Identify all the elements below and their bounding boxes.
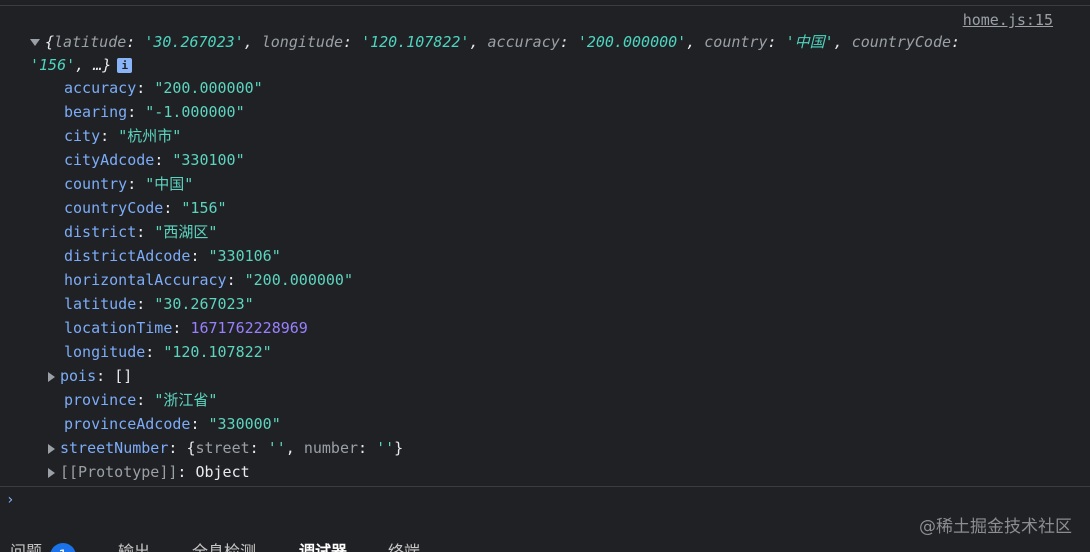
prompt-chevron-icon: ›	[6, 492, 15, 508]
summary-value: '中国'	[785, 33, 834, 51]
property-key: cityAdcode	[64, 151, 155, 169]
source-link[interactable]: home.js:15	[963, 11, 1053, 29]
info-icon[interactable]: i	[117, 58, 133, 73]
property-row: provinceAdcode: "330000"	[64, 415, 281, 433]
property-key: longitude	[64, 343, 146, 361]
expand-arrow-icon[interactable]	[48, 371, 55, 382]
property-row: bearing: "-1.000000"	[64, 103, 245, 121]
top-divider	[0, 0, 1090, 6]
summary-value: '120.107822'	[361, 33, 470, 51]
property-value: "杭州市"	[118, 127, 182, 145]
summary-key: latitude	[54, 33, 127, 51]
property-row: countryCode: "156"	[64, 199, 227, 217]
tab-output[interactable]: 输出	[118, 538, 150, 552]
property-row-expandable[interactable]: pois: []	[48, 364, 403, 388]
property-list: accuracy: "200.000000" bearing: "-1.0000…	[48, 76, 403, 484]
property-key: locationTime	[64, 319, 173, 337]
property-key: provinceAdcode	[64, 415, 191, 433]
summary-ellipsis: …}	[93, 56, 112, 74]
tab-terminal[interactable]: 终端	[388, 538, 420, 552]
property-value: "200.000000"	[244, 271, 353, 289]
summary-value: '30.267023'	[144, 33, 244, 51]
property-key: countryCode	[64, 199, 164, 217]
property-key: province	[64, 391, 137, 409]
property-value: "330000"	[208, 415, 281, 433]
property-value: "330100"	[172, 151, 245, 169]
property-key: districtAdcode	[64, 247, 191, 265]
property-row: accuracy: "200.000000"	[64, 79, 263, 97]
summary-key: accuracy	[487, 33, 560, 51]
property-value: "330106"	[208, 247, 281, 265]
property-key: country	[64, 175, 128, 193]
property-row: country: "中国"	[64, 175, 194, 193]
property-value: "西湖区"	[154, 223, 218, 241]
property-value: "30.267023"	[154, 295, 254, 313]
property-value: "浙江省"	[154, 391, 218, 409]
property-row-expandable[interactable]: streetNumber: {street: '', number: ''}	[48, 436, 403, 460]
property-value: []	[114, 367, 133, 385]
watermark: @稀土掘金技术社区	[919, 517, 1072, 537]
summary-value: '200.000000'	[577, 33, 687, 51]
property-value: "-1.000000"	[145, 103, 245, 121]
object-summary[interactable]: {latitude: '30.267023', longitude: '120.…	[30, 31, 1070, 77]
property-row: district: "西湖区"	[64, 223, 218, 241]
tab-debugger[interactable]: 调试器	[299, 538, 347, 552]
property-value: 1671762228969	[190, 319, 308, 337]
property-value: "156"	[181, 199, 227, 217]
property-key: pois	[60, 367, 97, 385]
summary-key: countryCode	[851, 33, 952, 51]
property-value: "中国"	[145, 175, 194, 193]
property-key: horizontalAccuracy	[64, 271, 227, 289]
property-row: districtAdcode: "330106"	[64, 247, 281, 265]
property-row: locationTime: 1671762228969	[64, 319, 308, 337]
summary-open-brace: {	[45, 33, 55, 51]
tab-problems[interactable]: 问题1	[10, 538, 77, 552]
problem-count-badge: 1	[50, 543, 77, 552]
property-key: [[Prototype]]	[60, 463, 178, 481]
expand-arrow-icon[interactable]	[48, 443, 55, 454]
property-value: "120.107822"	[163, 343, 272, 361]
property-row: city: "杭州市"	[64, 127, 182, 145]
expand-arrow-icon[interactable]	[48, 467, 55, 478]
summary-key: country	[704, 33, 768, 51]
property-row: horizontalAccuracy: "200.000000"	[64, 271, 353, 289]
summary-key: longitude	[261, 33, 344, 51]
summary-value: '156'	[30, 56, 76, 74]
panel-tab-bar: 问题1 输出 全息检测 调试器 终端	[0, 536, 1090, 552]
property-row: longitude: "120.107822"	[64, 343, 272, 361]
property-key: city	[64, 127, 101, 145]
expand-caret-icon[interactable]	[30, 39, 40, 46]
prototype-row[interactable]: [[Prototype]]: Object	[48, 460, 403, 484]
property-value: "200.000000"	[154, 79, 263, 97]
property-row: latitude: "30.267023"	[64, 295, 254, 313]
property-key: streetNumber	[60, 439, 169, 457]
property-key: accuracy	[64, 79, 137, 97]
property-key: latitude	[64, 295, 137, 313]
property-value: Object	[195, 463, 250, 481]
tab-holographic-check[interactable]: 全息检测	[192, 538, 256, 552]
property-row: province: "浙江省"	[64, 391, 218, 409]
property-key: bearing	[64, 103, 128, 121]
property-row: cityAdcode: "330100"	[64, 151, 245, 169]
property-key: district	[64, 223, 137, 241]
